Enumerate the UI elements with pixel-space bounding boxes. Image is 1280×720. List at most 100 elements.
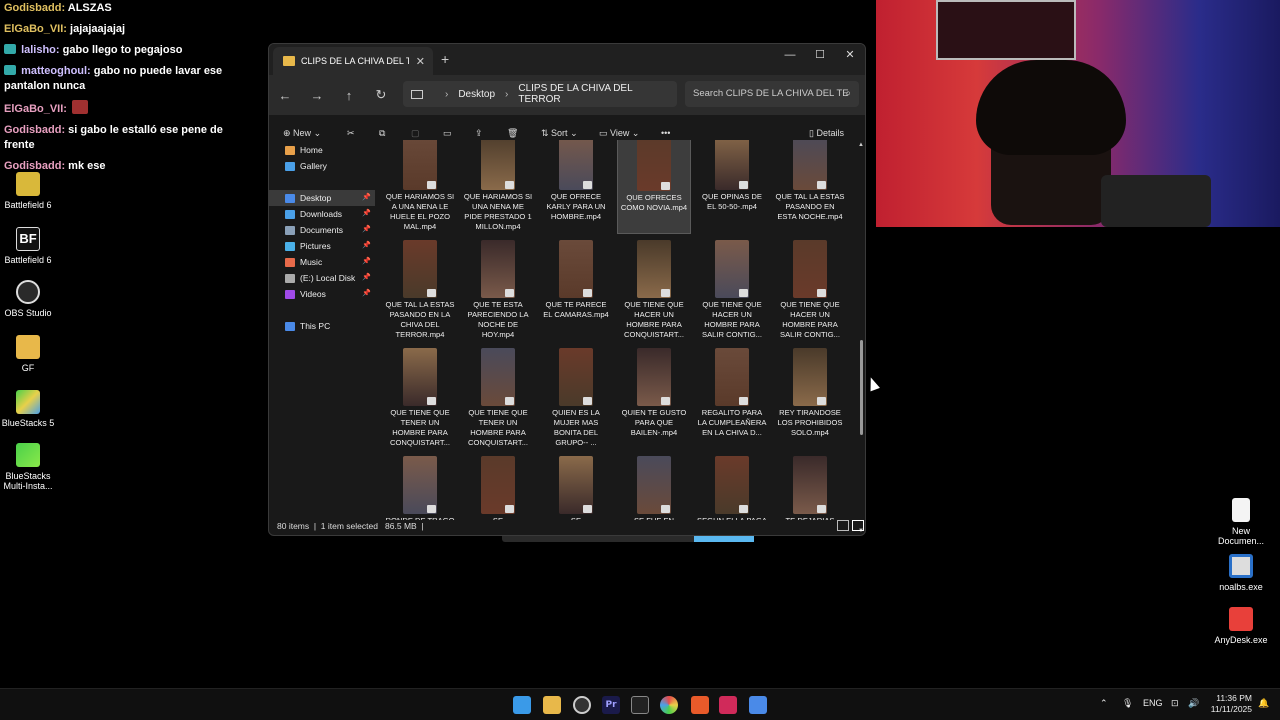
address-bar[interactable]: › Desktop › CLIPS DE LA CHIVA DEL TERROR — [403, 81, 677, 107]
file-item[interactable]: QUE OFRECES COMO NOVIA.mp4 — [617, 140, 691, 234]
file-item[interactable]: QUE TAL LA ESTAS PASANDO EN LA CHIVA DEL… — [383, 238, 457, 342]
vertical-scrollbar[interactable]: ▲ ▼ — [858, 140, 865, 534]
desktop-icon-gf-folder[interactable]: GF — [0, 335, 56, 373]
file-item[interactable]: QUE TIENE QUE HACER UN HOMBRE PARA CONQU… — [617, 238, 691, 342]
up-button[interactable]: ↑ — [333, 88, 365, 103]
nav-item-icon — [285, 289, 295, 299]
clock[interactable]: 11:36 PM 11/11/2025 — [1206, 693, 1252, 715]
chevron-right-icon: › — [444, 88, 449, 100]
nav-item-home[interactable]: Home — [269, 142, 375, 158]
file-item[interactable]: QUE TE PARECE EL CAMARAS.mp4 — [539, 238, 613, 342]
desktop-icon-label: BlueStacks Multi-Insta... — [3, 471, 53, 491]
chat-user: ElGaBo_VII: — [4, 23, 67, 35]
nav-item-label: Music — [300, 257, 323, 267]
network-icon[interactable]: ⊡ — [1171, 698, 1179, 709]
tab-close-icon[interactable]: ✕ — [416, 55, 425, 68]
selection-size: 86.5 MB — [385, 521, 417, 531]
file-name: QUE TAL LA ESTAS PASANDO EN LA CHIVA DEL… — [385, 300, 455, 339]
nav-item-gallery[interactable]: Gallery — [269, 158, 375, 174]
close-button[interactable]: ✕ — [835, 46, 865, 64]
video-play-icon — [427, 289, 436, 297]
brave-taskbar-icon[interactable] — [691, 696, 709, 714]
file-item[interactable]: QUE HARIAMOS SI UNA NENA ME PIDE PRESTAD… — [461, 140, 535, 234]
scrollbar-thumb[interactable] — [860, 340, 863, 435]
file-item[interactable]: SE DESCONTROLO LA CHIVAAAA.mp4 — [539, 454, 613, 520]
nav-item-downloads[interactable]: Downloads 📌 — [269, 206, 375, 222]
file-item[interactable]: QUE OPINAS DE EL 50-50-.mp4 — [695, 140, 769, 234]
search-icon: ⌕ — [845, 88, 851, 99]
nav-item-icon — [285, 209, 295, 219]
desktop-icon-anydesk[interactable]: AnyDesk.exe — [1213, 607, 1269, 645]
file-item[interactable]: SE DESCONTROLAR ON LAS MUJERES.mp4 — [461, 454, 535, 520]
battlefield-icon — [16, 172, 40, 196]
language-indicator[interactable]: ENG — [1143, 698, 1163, 708]
maximize-button[interactable]: ☐ — [805, 46, 835, 64]
breadcrumb-desktop[interactable]: Desktop — [458, 89, 495, 100]
desktop-icon-new-document[interactable]: New Documen... — [1213, 498, 1269, 546]
file-item[interactable]: QUIEN TE GUSTO PARA QUE BAILEN-.mp4 — [617, 346, 691, 450]
details-view-icon[interactable] — [837, 520, 849, 531]
nav-item-desktop[interactable]: Desktop 📌 — [269, 190, 375, 206]
show-hidden-icons-chevron-icon[interactable]: ⌃ — [1100, 698, 1108, 709]
file-item[interactable]: QUE TIENE QUE HACER UN HOMBRE PARA SALIR… — [773, 238, 847, 342]
new-tab-button[interactable]: + — [441, 51, 449, 67]
file-item[interactable]: QUE TE ESTA PARECIENDO LA NOCHE DE HOY.m… — [461, 238, 535, 342]
search-input[interactable]: Search CLIPS DE LA CHIVA DEL TE ⌕ — [685, 81, 859, 107]
premiere-taskbar-icon[interactable]: Pr — [602, 696, 620, 714]
desktop-icon-battlefield[interactable]: BF Battlefield 6 — [0, 227, 56, 265]
minimize-button[interactable]: — — [775, 46, 805, 64]
file-item[interactable]: REGALITO PARA LA CUMPLEAÑERA EN LA CHIVA… — [695, 346, 769, 450]
nav-item-pictures[interactable]: Pictures 📌 — [269, 238, 375, 254]
calculator-taskbar-icon[interactable] — [749, 696, 767, 714]
microphone-icon[interactable]: 🎙 — [1122, 698, 1133, 709]
file-item[interactable]: QUE OFRECE KARLY PARA UN HOMBRE.mp4 — [539, 140, 613, 234]
desktop-icon-bluestacks-multi[interactable]: BlueStacks Multi-Insta... — [0, 443, 56, 491]
video-thumbnail — [715, 240, 749, 298]
scroll-up-icon[interactable]: ▲ — [858, 142, 864, 148]
file-item[interactable]: QUE HARIAMOS SI A UNA NENA LE HUELE EL P… — [383, 140, 457, 234]
wall-poster — [936, 0, 1076, 60]
pin-icon: 📌 — [362, 226, 371, 233]
nav-item-videos[interactable]: Videos 📌 — [269, 286, 375, 302]
file-item[interactable]: QUIEN ES LA MUJER MAS BONITA DEL GRUPO--… — [539, 346, 613, 450]
forward-button[interactable]: → — [301, 88, 333, 103]
file-item[interactable]: RONDE DE TRAGO PARA LAS BEBES.mp4 — [383, 454, 457, 520]
volume-icon[interactable]: 🔊 — [1188, 698, 1199, 709]
nav-item-documents[interactable]: Documents 📌 — [269, 222, 375, 238]
file-name: QUIEN ES LA MUJER MAS BONITA DEL GRUPO--… — [552, 408, 600, 447]
capcut-taskbar-icon[interactable] — [719, 696, 737, 714]
nav-item-e-local-disk[interactable]: (E:) Local Disk 📌 — [269, 270, 375, 286]
epic-games-taskbar-icon[interactable] — [631, 696, 649, 714]
back-button[interactable]: ← — [269, 88, 301, 103]
thumbnail-view-icon[interactable] — [852, 520, 864, 531]
file-item[interactable]: QUE TIENE QUE TENER UN HOMBRE PARA CONQU… — [383, 346, 457, 450]
explorer-tab[interactable]: CLIPS DE LA CHIVA DEL TERROR ✕ — [273, 47, 433, 75]
file-grid: QUE HARIAMOS SI A UNA NENA LE HUELE EL P… — [383, 140, 851, 520]
folder-icon — [283, 56, 295, 66]
file-item[interactable]: SE FUE EN REVERSA EL TRAGO AJAJ.mp4 — [617, 454, 691, 520]
streamer-hair — [976, 60, 1126, 155]
file-item[interactable]: QUE TIENE QUE TENER UN HOMBRE PARA CONQU… — [461, 346, 535, 450]
desktop-icon-bluestacks[interactable]: BlueStacks 5 — [0, 390, 56, 428]
nav-item-music[interactable]: Music 📌 — [269, 254, 375, 270]
nav-item-this-pc[interactable]: This PC — [269, 318, 375, 334]
desktop-icon-noalbs[interactable]: noalbs.exe — [1213, 554, 1269, 592]
start-windows-icon[interactable] — [513, 696, 531, 714]
file-item[interactable]: TE DEJARIAS LAMER EL ---.mp4 — [773, 454, 847, 520]
document-icon — [1232, 498, 1250, 522]
file-item[interactable]: REY TIRANDOSE LOS PROHIBIDOS SOLO.mp4 — [773, 346, 847, 450]
refresh-button[interactable]: ↻ — [365, 87, 397, 103]
nav-item-label: Documents — [300, 225, 343, 235]
chat-message: Godisbadd: si gabo le estalló ese pene d… — [4, 123, 232, 153]
file-explorer-taskbar-icon[interactable] — [543, 696, 561, 714]
notification-bell-icon[interactable]: 🔔 — [1258, 698, 1269, 709]
file-item[interactable]: SEGUN ELLA PAGA TODO.mp4 — [695, 454, 769, 520]
file-item[interactable]: QUE TAL LA ESTAS PASANDO EN ESTA NOCHE.m… — [773, 140, 847, 234]
pin-icon: 📌 — [362, 194, 371, 201]
desktop-icon-battlefield[interactable]: Battlefield 6 — [0, 172, 56, 210]
obs-taskbar-icon[interactable] — [573, 696, 591, 714]
breadcrumb-folder[interactable]: CLIPS DE LA CHIVA DEL TERROR — [518, 83, 677, 105]
file-item[interactable]: QUE TIENE QUE HACER UN HOMBRE PARA SALIR… — [695, 238, 769, 342]
chrome-taskbar-icon[interactable] — [660, 696, 678, 714]
desktop-icon-obs[interactable]: OBS Studio — [0, 280, 56, 318]
